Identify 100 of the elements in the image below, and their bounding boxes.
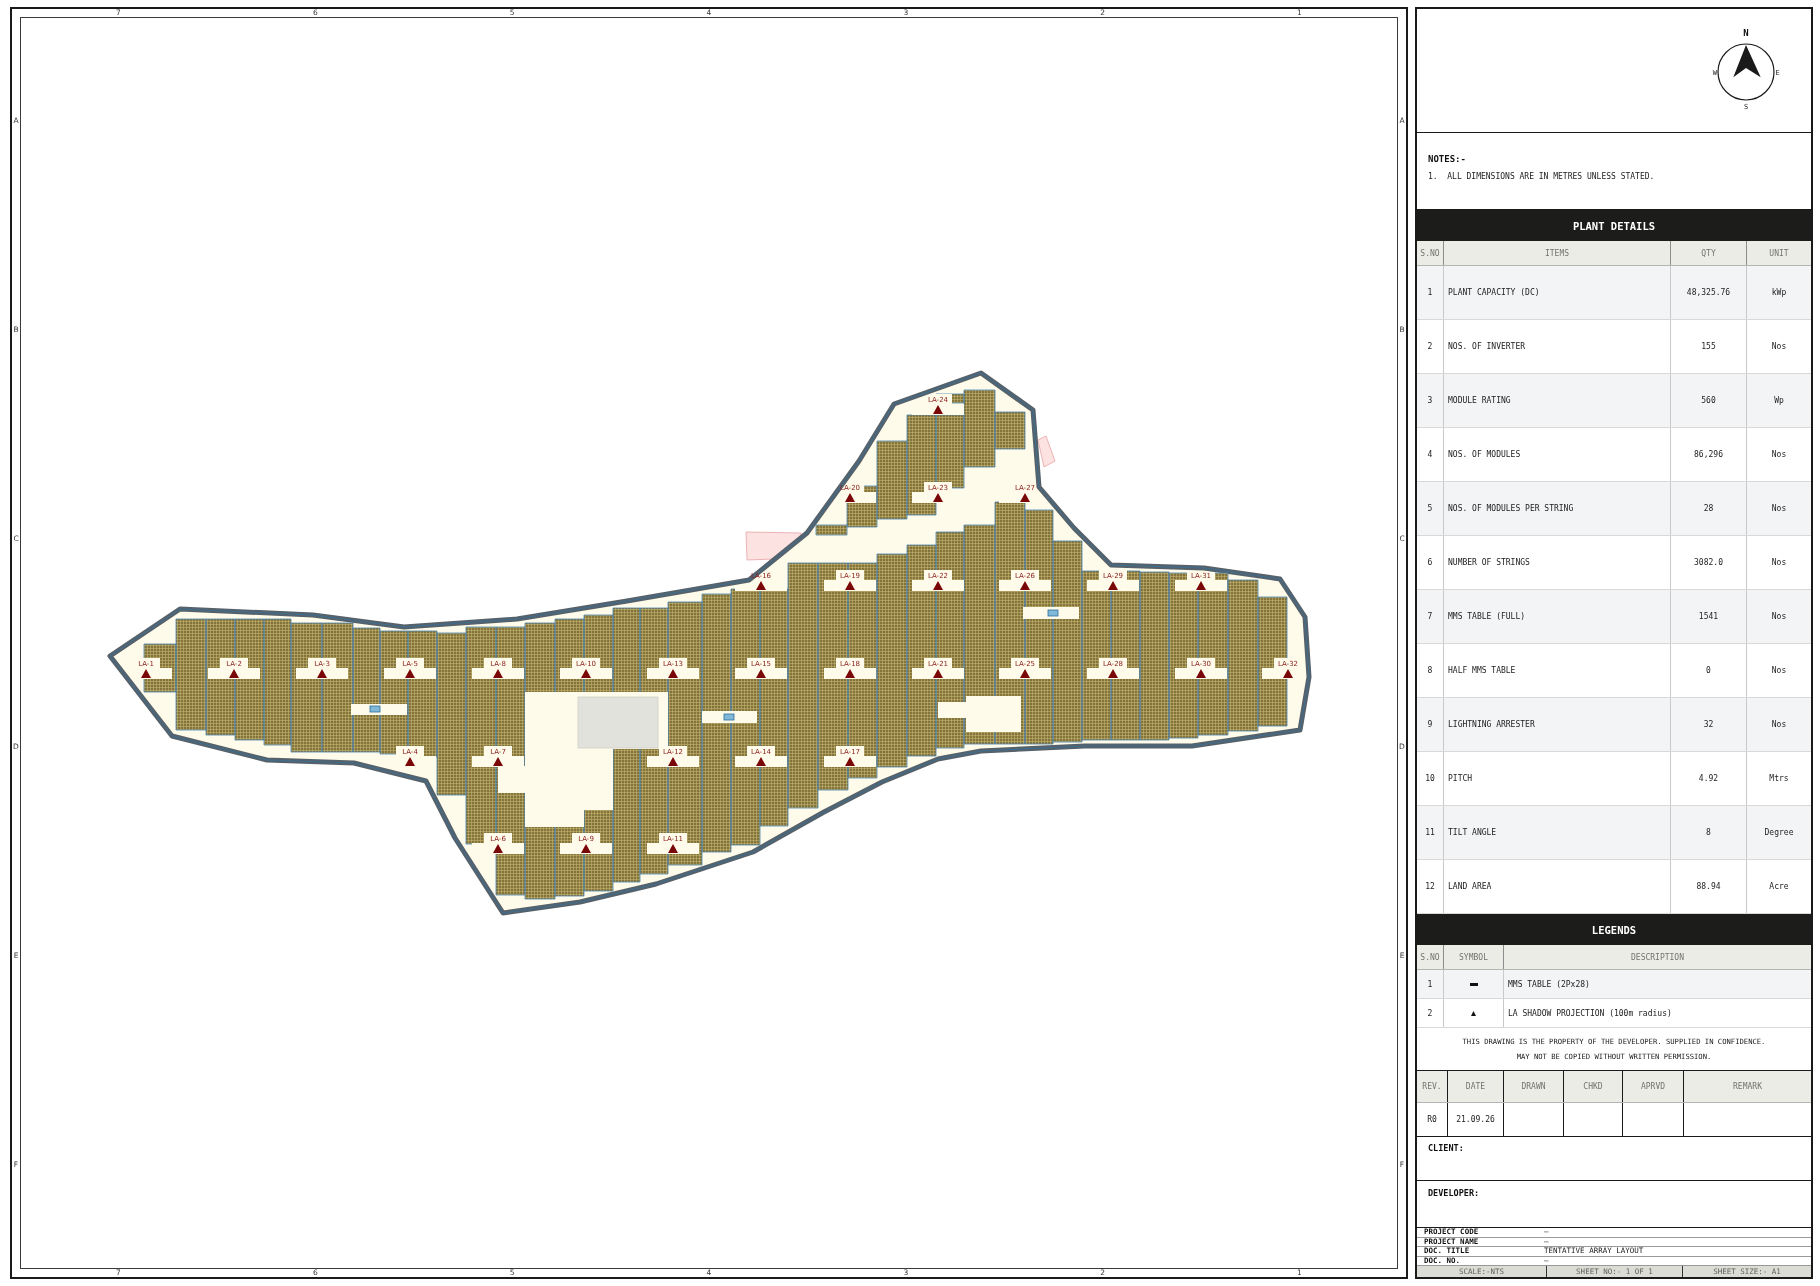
table-cell: R0 [1417,1103,1448,1136]
section-title: LEGENDS [1417,914,1811,945]
table-cell: 4 [1417,428,1444,481]
triangle-marker-icon [933,669,943,678]
table-cell: 155 [1671,320,1747,373]
column-header: REMARK [1732,1081,1763,1093]
box-icon [369,705,381,713]
table-cell: HALF MMS TABLE [1444,644,1671,697]
table-cell: 8 [1671,806,1747,859]
table-cell: 0 [1671,644,1747,697]
table-cell-text: Nos [1770,503,1788,515]
table-cell: 560 [1671,374,1747,427]
triangle-marker-icon [756,669,766,678]
table-cell: 3082.0 [1671,536,1747,589]
column-header: QTY [1671,241,1747,265]
triangle-marker-icon [1283,669,1293,678]
table-cell: 1541 [1671,590,1747,643]
table-cell-text: kWp [1770,287,1788,299]
triangle-marker-icon [668,757,678,766]
table-cell: 5 [1417,482,1444,535]
table-cell: 11 [1417,806,1444,859]
table-cell: 4.92 [1671,752,1747,805]
triangle-marker-icon [1020,493,1030,502]
table-cell: LAND AREA [1444,860,1671,913]
table-cell: NOS. OF MODULES PER STRING [1444,482,1671,535]
triangle-marker-icon [933,581,943,590]
table-cell: 8 [1417,644,1444,697]
triangle-marker-icon [756,581,766,590]
triangle-marker-icon [405,757,415,766]
table-cell: 88.94 [1671,860,1747,913]
table-cell-text: Nos [1770,665,1788,677]
triangle-marker-icon [933,493,943,502]
table-cell-text: Nos [1770,341,1788,353]
triangle-marker-icon [845,581,855,590]
column-header: DESCRIPTION [1630,951,1685,964]
table-cell: TILT ANGLE [1444,806,1671,859]
developer-label: DEVELOPER: [1428,1188,1480,1198]
table-cell: 21.09.26 [1448,1103,1504,1136]
note-text: 1. ALL DIMENSIONS ARE IN METRES UNLESS STATED. [1428,172,1655,181]
table-cell: 2 [1417,999,1444,1027]
table-cell: 6 [1417,536,1444,589]
triangle-marker-icon [581,669,591,678]
triangle-marker-icon [845,757,855,766]
triangle-marker-icon [493,757,503,766]
triangle-marker-icon [1108,669,1118,678]
column-header: ITEMS [1444,241,1671,265]
column-header: APRVD [1623,1071,1684,1102]
table-cell: 48,325.76 [1671,266,1747,319]
triangle-marker-icon [405,669,415,678]
triangle-marker-icon [933,405,943,414]
triangle-marker-icon [1196,669,1206,678]
table-cell: 86,296 [1671,428,1747,481]
table-cell: MODULE RATING [1444,374,1671,427]
bar-icon [1469,982,1478,986]
box-icon [1047,609,1059,617]
table-cell-text: Wp [1773,395,1785,407]
table-cell: 28 [1671,482,1747,535]
triangle-marker-icon [1196,581,1206,590]
table-cell: 10 [1417,752,1444,805]
table-cell: 32 [1671,698,1747,751]
triangle-marker-icon [668,844,678,853]
triangle-marker-icon [229,669,239,678]
table-cell: LIGHTNING ARRESTER [1444,698,1671,751]
table-cell: 3 [1417,374,1444,427]
triangle-marker-icon [756,757,766,766]
triangle-marker-icon [1020,669,1030,678]
table-cell-text: Nos [1770,611,1788,623]
box-icon [723,713,735,721]
table-cell-text: Nos [1770,557,1788,569]
table-cell: NOS. OF MODULES [1444,428,1671,481]
client-label: CLIENT: [1428,1143,1464,1153]
section-title: PLANT DETAILS [1417,210,1811,241]
triangle-marker-icon [317,669,327,678]
column-header: S.NO [1417,945,1444,969]
table-cell: PITCH [1444,752,1671,805]
table-cell-text: MMS TABLE (2Px28) [1507,978,1591,991]
table-cell: 12 [1417,860,1444,913]
table-cell-text: Acre [1768,881,1790,893]
column-header: S.NO [1417,241,1444,265]
notes-title: NOTES:- [1428,154,1466,164]
triangle-marker-icon [668,669,678,678]
table-cell: NUMBER OF STRINGS [1444,536,1671,589]
table-cell-text: Degree [1763,827,1795,839]
table-cell: 9 [1417,698,1444,751]
triangle-marker-icon [493,844,503,853]
table-cell-text: Nos [1770,719,1788,731]
triangle-marker-icon [141,669,151,678]
triangle-marker-icon [845,493,855,502]
table-cell: 7 [1417,590,1444,643]
column-header: DRAWN [1504,1071,1564,1102]
table-cell-text: Mtrs [1768,773,1790,785]
excluded-area [1037,435,1056,468]
column-header: CHKD [1564,1071,1623,1102]
triangle-icon [1471,1010,1476,1016]
table-cell: PLANT CAPACITY (DC) [1444,266,1671,319]
table-cell-text: Nos [1770,449,1788,461]
column-header: DATE [1448,1071,1504,1102]
table-cell: 1 [1417,266,1444,319]
compass-label: N [1743,28,1749,38]
triangle-marker-icon [845,669,855,678]
